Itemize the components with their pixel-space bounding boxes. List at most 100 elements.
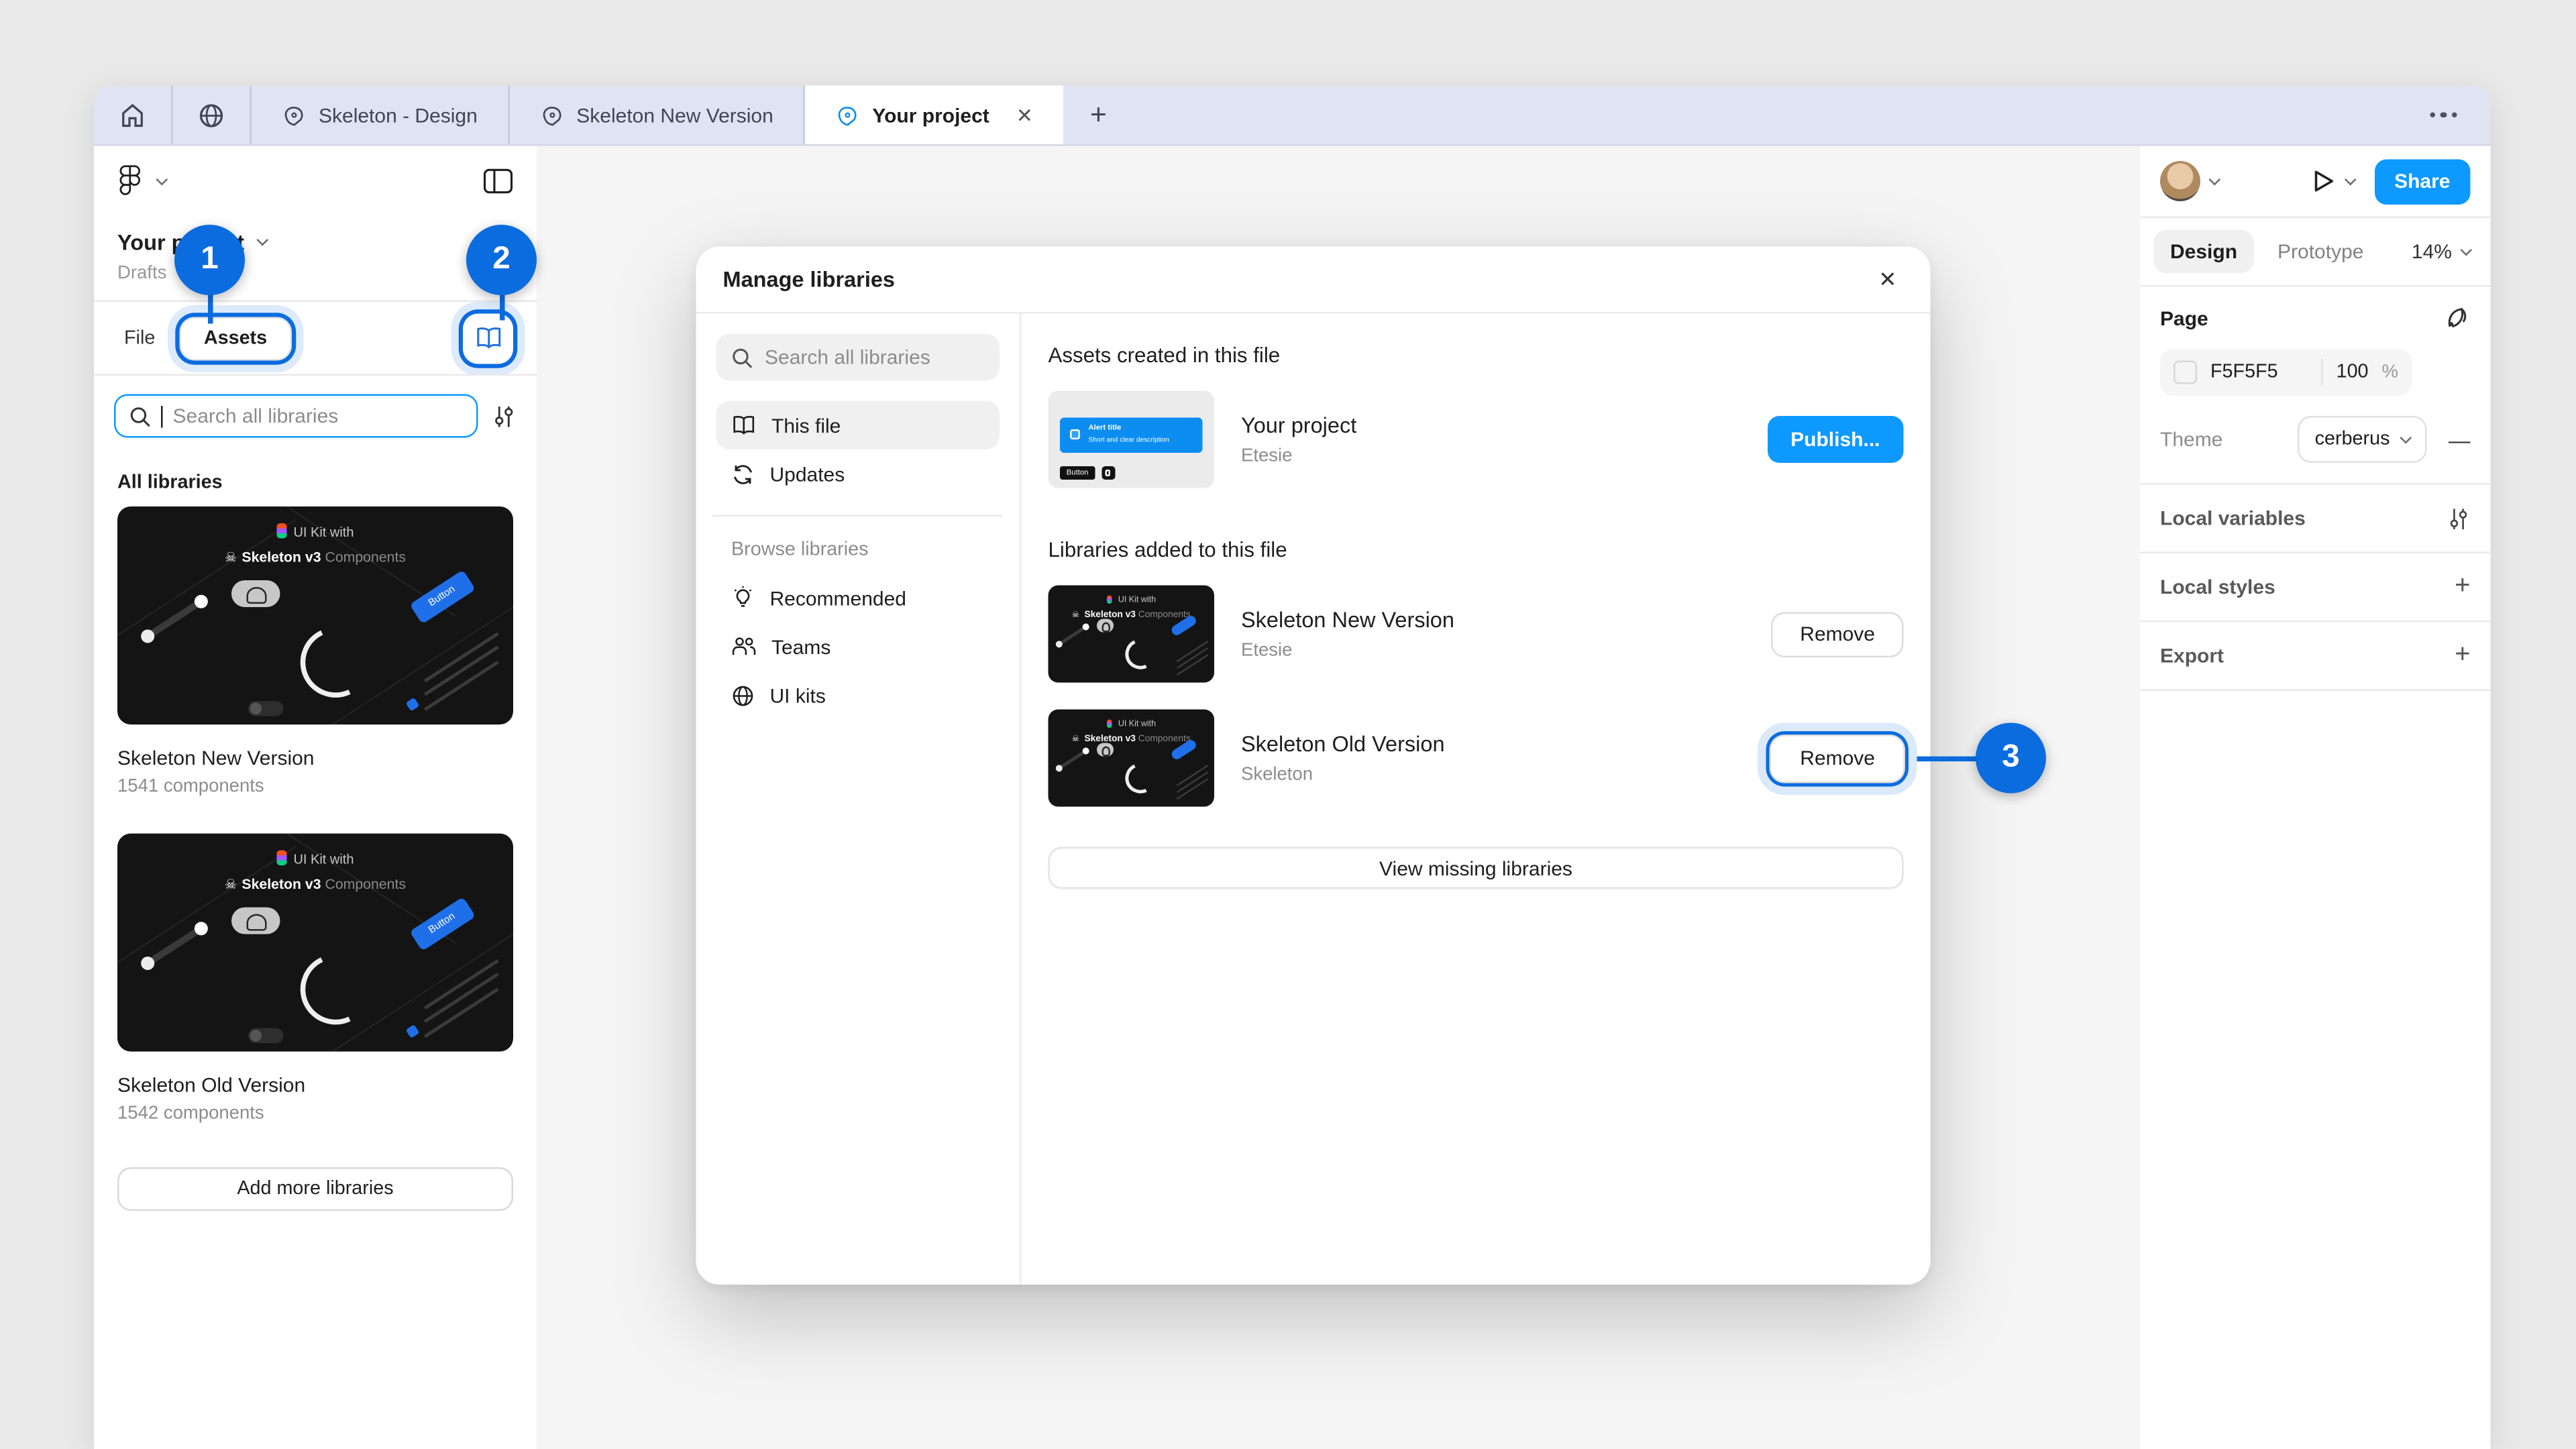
manage-libraries-dialog: Manage libraries ✕ Search all libraries bbox=[696, 247, 1931, 1285]
theme-label: Theme bbox=[2160, 428, 2222, 451]
button-chip-shape: Button bbox=[409, 570, 476, 624]
toggle-shape bbox=[248, 700, 284, 716]
community-button[interactable] bbox=[173, 86, 250, 145]
skull-icon: ☠ bbox=[225, 877, 237, 892]
remove-button[interactable]: Remove bbox=[1772, 611, 1904, 657]
tab-prototype[interactable]: Prototype bbox=[2261, 230, 2380, 274]
alert-banner-shape: Alert title Short and clear description bbox=[1060, 417, 1203, 453]
local-variables-row[interactable]: Local variables bbox=[2140, 485, 2491, 552]
library-card[interactable]: UI Kit with ☠Skeleton v3 Components Butt… bbox=[117, 506, 513, 797]
zoom-level[interactable]: 14% bbox=[2412, 240, 2477, 264]
skull-icon: ☠ bbox=[225, 549, 237, 565]
home-button[interactable] bbox=[94, 86, 171, 145]
dialog-header: Manage libraries ✕ bbox=[696, 247, 1931, 313]
publish-button[interactable]: Publish... bbox=[1767, 416, 1903, 463]
page-section: Page F5F5F5 100 bbox=[2140, 287, 2491, 484]
slider-shape bbox=[145, 598, 205, 640]
new-tab-button[interactable]: + bbox=[1063, 86, 1134, 145]
add-export-icon[interactable]: + bbox=[2434, 641, 2471, 671]
lightbulb-icon bbox=[731, 586, 755, 611]
step-badge-1: 1 bbox=[174, 225, 245, 295]
tab-design[interactable]: Design bbox=[2153, 230, 2254, 274]
search-placeholder: Search all libraries bbox=[173, 405, 339, 428]
search-input[interactable]: Search all libraries bbox=[114, 394, 478, 438]
dialog-search-input[interactable]: Search all libraries bbox=[716, 334, 1000, 381]
library-row-skeleton-old: UI Kit with ☠Skeleton v3 Components Skel… bbox=[1049, 710, 1904, 807]
remove-theme-icon[interactable]: — bbox=[2427, 427, 2471, 452]
more-menu-icon[interactable] bbox=[2396, 86, 2490, 145]
spinner-shape bbox=[289, 943, 380, 1034]
figma-mini-logo-icon bbox=[1106, 720, 1112, 729]
globe-icon bbox=[731, 684, 755, 707]
nav-item-teams[interactable]: Teams bbox=[716, 623, 1000, 672]
all-libraries-heading: All libraries bbox=[94, 456, 537, 506]
figma-mini-logo-icon bbox=[276, 523, 286, 539]
alert-icon bbox=[1070, 430, 1080, 440]
spinner-shape bbox=[289, 616, 380, 708]
theme-dropdown[interactable]: cerberus bbox=[2298, 416, 2427, 463]
library-title: Skeleton New Version bbox=[117, 747, 513, 770]
library-subtitle: 1541 components bbox=[117, 777, 513, 797]
divider bbox=[2140, 690, 2491, 692]
view-missing-libraries-button[interactable]: View missing libraries bbox=[1049, 847, 1904, 890]
tab-skeleton-new-version[interactable]: Skeleton New Version bbox=[509, 86, 804, 145]
color-swatch[interactable] bbox=[2174, 361, 2197, 384]
screen: Skeleton - Design Skeleton New Version Y… bbox=[0, 0, 2576, 1449]
toggle-sidebar-icon[interactable] bbox=[483, 168, 513, 195]
chevron-down-icon[interactable] bbox=[2344, 173, 2356, 185]
thumb-button-chip: Button bbox=[1060, 466, 1095, 479]
chevron-down-icon[interactable] bbox=[156, 173, 168, 185]
step-badge-2: 2 bbox=[466, 225, 537, 295]
thumb-icon-chip bbox=[1102, 466, 1115, 479]
tab-close-icon[interactable]: ✕ bbox=[1016, 103, 1033, 127]
page-label: Page bbox=[2160, 306, 2208, 329]
figma-mini-logo-icon bbox=[1106, 596, 1112, 604]
checkbox-shape bbox=[407, 1024, 421, 1038]
refresh-icon bbox=[731, 462, 755, 486]
add-style-icon[interactable]: + bbox=[2434, 572, 2471, 602]
filter-icon[interactable] bbox=[492, 403, 517, 429]
chevron-down-icon[interactable] bbox=[256, 234, 268, 246]
chevron-down-icon bbox=[2400, 431, 2412, 443]
accordion-shape bbox=[418, 971, 505, 1025]
color-hex[interactable]: F5F5F5 bbox=[2210, 362, 2278, 382]
variables-sliders-icon[interactable] bbox=[2447, 506, 2471, 531]
figma-mini-logo-icon bbox=[276, 851, 286, 866]
chevron-down-icon[interactable] bbox=[2208, 173, 2220, 185]
chevron-down-icon bbox=[2460, 244, 2472, 256]
asset-name: Your project bbox=[1241, 413, 1356, 438]
nav-item-recommended[interactable]: Recommended bbox=[716, 574, 1000, 623]
figma-logo-icon[interactable] bbox=[117, 164, 143, 198]
nav-item-this-file[interactable]: This file bbox=[716, 401, 1000, 450]
tab-file[interactable]: File bbox=[117, 318, 162, 358]
nav-item-updates[interactable]: Updates bbox=[716, 449, 1000, 498]
avatar[interactable] bbox=[2160, 161, 2200, 201]
share-button[interactable]: Share bbox=[2374, 158, 2470, 204]
local-styles-row[interactable]: Local styles + bbox=[2140, 553, 2491, 621]
remove-button-highlighted[interactable]: Remove bbox=[1772, 735, 1904, 781]
library-card[interactable]: UI Kit with ☠Skeleton v3 Components Butt… bbox=[117, 834, 513, 1124]
library-title: Skeleton Old Version bbox=[117, 1073, 513, 1097]
library-row-skeleton-new: UI Kit with ☠Skeleton v3 Components Skel… bbox=[1049, 586, 1904, 683]
present-play-icon[interactable] bbox=[2310, 168, 2336, 195]
dialog-title: Manage libraries bbox=[723, 267, 896, 292]
search-icon bbox=[731, 346, 753, 368]
library-thumbnail: UI Kit with ☠Skeleton v3 Components bbox=[1049, 710, 1215, 807]
export-row[interactable]: Export + bbox=[2140, 623, 2491, 690]
badge-3-connector bbox=[1917, 755, 1980, 761]
step-badge-3: 3 bbox=[1976, 723, 2046, 794]
library-name: Skeleton Old Version bbox=[1241, 731, 1445, 757]
nav-item-ui-kits[interactable]: UI kits bbox=[716, 671, 1000, 720]
file-icon-active bbox=[835, 103, 859, 127]
close-icon[interactable]: ✕ bbox=[1872, 259, 1903, 299]
styles-palette-icon[interactable] bbox=[2442, 304, 2471, 333]
page-color-row[interactable]: F5F5F5 100 % bbox=[2160, 349, 2412, 396]
tab-assets[interactable]: Assets bbox=[178, 316, 292, 360]
text-cursor bbox=[161, 405, 163, 427]
tab-skeleton-design[interactable]: Skeleton - Design bbox=[252, 86, 508, 145]
tab-your-project-active[interactable]: Your project ✕ bbox=[805, 86, 1063, 145]
libraries-button[interactable] bbox=[463, 313, 513, 363]
avatar-chip-shape bbox=[232, 580, 280, 606]
opacity-value[interactable]: 100 bbox=[2337, 362, 2369, 382]
add-more-libraries-button[interactable]: Add more libraries bbox=[117, 1167, 513, 1211]
